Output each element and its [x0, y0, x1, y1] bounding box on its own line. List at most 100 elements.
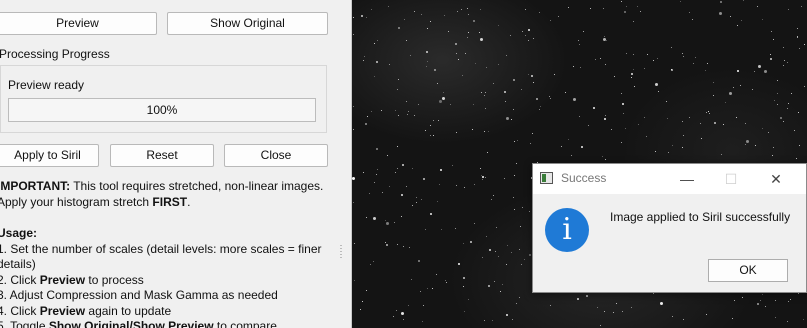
- star: [450, 104, 451, 105]
- apply-to-siril-button[interactable]: Apply to Siril: [0, 144, 99, 167]
- star: [423, 178, 425, 180]
- star: [366, 17, 367, 18]
- star: [672, 316, 673, 317]
- star: [401, 194, 403, 196]
- star: [406, 186, 407, 187]
- star: [486, 67, 487, 68]
- important-label: IMPORTANT:: [0, 179, 71, 193]
- star: [689, 12, 690, 13]
- star: [737, 70, 739, 72]
- star: [376, 61, 378, 63]
- star: [432, 288, 433, 289]
- star: [452, 165, 453, 166]
- star: [442, 97, 445, 100]
- star: [621, 142, 622, 143]
- important-line: IMPORTANT: This tool requires stretched,…: [0, 179, 337, 195]
- star: [529, 254, 531, 256]
- star: [456, 53, 457, 54]
- star: [498, 25, 499, 26]
- star: [481, 92, 482, 93]
- splitter-handle[interactable]: [340, 245, 342, 259]
- star: [734, 300, 735, 301]
- star: [533, 82, 534, 83]
- star: [521, 264, 522, 265]
- star: [803, 319, 804, 320]
- star: [474, 223, 475, 224]
- step-3: 3. Adjust Compression and Mask Gamma as …: [0, 288, 278, 302]
- star: [500, 291, 501, 292]
- star: [773, 147, 774, 148]
- star: [550, 305, 551, 306]
- star: [482, 257, 483, 258]
- star: [491, 199, 492, 200]
- star: [480, 38, 483, 41]
- star: [775, 300, 776, 301]
- star: [667, 118, 668, 119]
- star: [521, 89, 522, 90]
- star: [421, 14, 422, 15]
- step-4-pre: 4. Click: [0, 303, 40, 318]
- star: [774, 100, 775, 101]
- star: [714, 122, 716, 124]
- star: [666, 101, 667, 102]
- star: [433, 135, 434, 136]
- star: [765, 306, 766, 307]
- star: [498, 64, 499, 65]
- star: [604, 118, 606, 120]
- reset-button[interactable]: Reset: [110, 144, 214, 167]
- star: [393, 316, 394, 317]
- star: [484, 320, 485, 321]
- preview-button[interactable]: Preview: [0, 12, 157, 35]
- star: [606, 40, 607, 41]
- star: [721, 154, 722, 155]
- star: [376, 148, 378, 150]
- star: [573, 98, 576, 101]
- star: [437, 201, 438, 202]
- star: [487, 152, 488, 153]
- step-5: 5. Toggle Show Original/Show Preview to …: [0, 319, 337, 328]
- star: [777, 104, 778, 105]
- star: [602, 156, 603, 157]
- star: [762, 294, 763, 295]
- dialog-titlebar[interactable]: Success — ☐ ✕: [533, 164, 806, 194]
- star: [458, 263, 460, 265]
- star: [796, 158, 797, 159]
- star: [797, 28, 798, 29]
- star: [456, 185, 457, 186]
- star: [787, 321, 788, 322]
- star: [695, 57, 696, 58]
- step-1-cont: details): [0, 257, 36, 271]
- star: [732, 318, 733, 319]
- show-original-button[interactable]: Show Original: [167, 12, 328, 35]
- instructions-text: IMPORTANT: This tool requires stretched,…: [0, 179, 337, 328]
- app-icon: [540, 172, 553, 184]
- star: [373, 217, 376, 220]
- star: [514, 175, 515, 176]
- star: [386, 222, 389, 225]
- star: [416, 197, 417, 198]
- star: [719, 12, 722, 15]
- star: [374, 76, 375, 77]
- step-5-pre: 5. Toggle: [0, 319, 49, 328]
- star: [455, 228, 456, 229]
- star: [653, 60, 654, 61]
- star: [498, 256, 499, 257]
- star: [623, 113, 624, 114]
- star: [422, 321, 423, 322]
- apply-text: Apply your histogram stretch: [0, 194, 153, 209]
- close-icon[interactable]: ✕: [753, 164, 799, 194]
- star: [366, 290, 367, 291]
- star: [532, 133, 533, 134]
- star: [352, 177, 355, 180]
- step-2-post: to process: [85, 272, 144, 287]
- star: [791, 93, 792, 94]
- star: [801, 6, 802, 7]
- star: [377, 40, 378, 41]
- star: [502, 284, 503, 285]
- ok-button[interactable]: OK: [708, 259, 788, 282]
- minimize-icon[interactable]: —: [664, 164, 710, 194]
- star: [430, 21, 431, 22]
- star: [363, 172, 364, 173]
- close-button[interactable]: Close: [224, 144, 328, 167]
- information-icon: i: [545, 208, 589, 252]
